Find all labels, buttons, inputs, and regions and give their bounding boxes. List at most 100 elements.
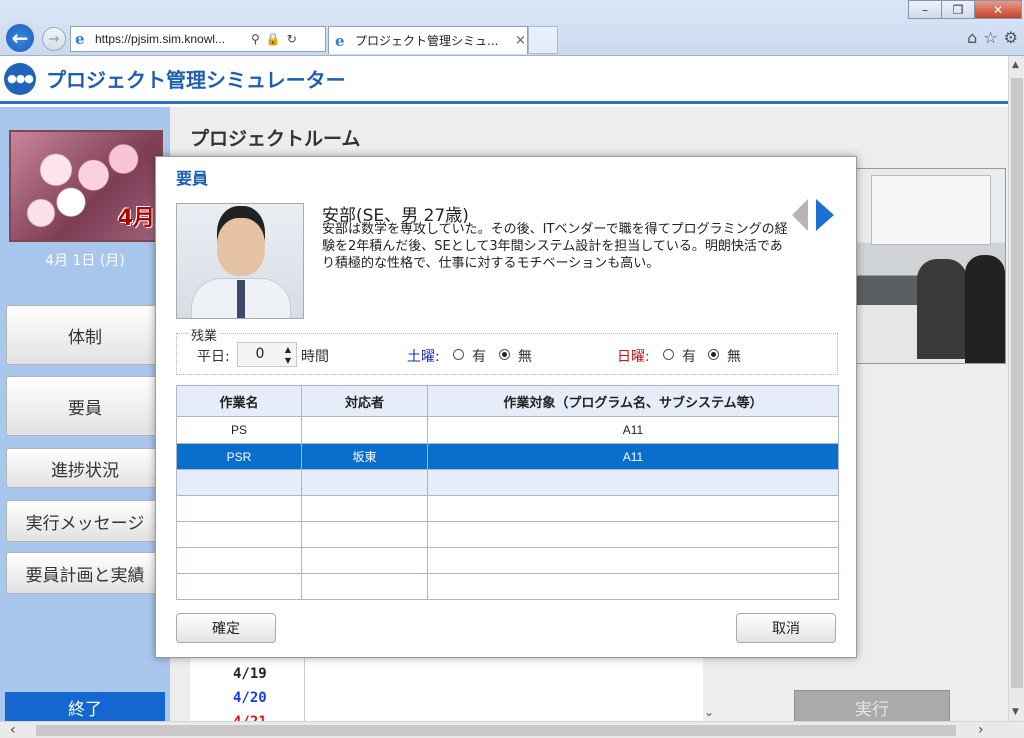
cell-assignee[interactable]: 坂東 [301,443,428,470]
sunday-yes-label[interactable]: 有 [682,346,696,366]
scroll-up-icon[interactable]: ▲ [1012,60,1019,70]
schedule-panel [305,658,703,721]
minimize-button[interactable]: – [908,0,942,19]
chevron-down-icon[interactable]: ⌄ [704,705,714,719]
saturday-yes-radio[interactable] [453,349,464,360]
search-icon[interactable]: ⚲ [251,32,260,46]
sidebar-item-exec-messages[interactable]: 実行メッセージ [6,500,164,542]
browser-tools: ⌂ ☆ ⚙ [967,28,1018,47]
weekday-overtime-stepper[interactable]: 0 ▲ ▼ [237,342,297,367]
sunday-no-label[interactable]: 無 [727,346,741,366]
refresh-icon[interactable]: ↻ [287,32,297,46]
horizontal-scrollbar[interactable]: ‹ › [0,721,1024,738]
sunday-no-radio[interactable] [708,349,719,360]
home-icon[interactable]: ⌂ [967,28,977,47]
cell-target[interactable] [427,573,839,600]
execute-button[interactable]: 実行 [794,690,950,724]
exit-button[interactable]: 終了 [5,692,165,722]
current-date: 4月 1日 (月) [45,253,125,269]
close-window-button[interactable]: ✕ [974,0,1022,19]
address-url: https://pjsim.sim.knowl... [95,32,226,46]
app-title: プロジェクト管理シミュレーター [46,68,346,92]
cell-assignee[interactable] [301,416,428,444]
cell-target[interactable] [427,547,839,574]
app-header: ●●● プロジェクト管理シミュレーター [0,56,1008,104]
cell-task[interactable] [176,573,302,600]
date-item[interactable]: 4/20 [233,690,267,706]
sidebar-item-organization[interactable]: 体制 [6,305,164,365]
cell-target[interactable]: A11 [427,443,839,470]
cell-task[interactable] [176,547,302,574]
column-header-assignee[interactable]: 対応者 [301,385,428,417]
page-title: プロジェクトルーム [190,128,361,150]
cell-target[interactable] [427,495,839,522]
cell-task[interactable] [176,495,302,522]
vertical-scrollbar[interactable]: ▲ ▼ [1008,56,1024,721]
scroll-right-icon[interactable]: › [978,722,984,738]
sidebar-item-member-plan[interactable]: 要員計画と実績 [6,552,164,594]
forward-button[interactable]: → [42,27,66,51]
sidebar-item-progress[interactable]: 進捗状況 [6,448,164,488]
sunday-yes-radio[interactable] [663,349,674,360]
stepper-down-icon[interactable]: ▼ [281,355,295,366]
table-row[interactable] [176,573,839,600]
scroll-thumb[interactable] [1011,78,1023,688]
lock-icon[interactable]: 🔒 [266,32,281,46]
favorites-star-icon[interactable]: ☆ [983,28,997,47]
ie-icon: e [335,31,345,50]
table-row[interactable] [176,521,839,548]
scroll-down-icon[interactable]: ▼ [1012,707,1019,717]
stepper-buttons: ▲ ▼ [281,344,295,366]
cell-assignee[interactable] [301,495,428,522]
confirm-button[interactable]: 確定 [176,613,276,643]
address-bar[interactable]: e https://pjsim.sim.knowl... ⚲ 🔒 ↻ [70,26,326,52]
browser-tab-active[interactable]: e プロジェクト管理シミュ... × [328,26,528,54]
restore-button[interactable]: ❐ [941,0,975,19]
cell-assignee[interactable] [301,573,428,600]
cell-target[interactable] [427,521,839,548]
saturday-no-radio[interactable] [499,349,510,360]
sidebar-item-members[interactable]: 要員 [6,376,164,436]
cell-task[interactable]: PS [176,416,302,444]
table-row[interactable] [176,495,839,522]
cell-target[interactable] [427,469,839,496]
tab-close-icon[interactable]: × [515,33,526,48]
cell-task[interactable] [176,521,302,548]
next-member-icon[interactable] [816,199,834,231]
weekday-overtime-value[interactable]: 0 [238,346,282,362]
date-item[interactable]: 4/19 [233,666,267,682]
month-label: 4月 [117,206,155,231]
saturday-yes-label[interactable]: 有 [472,346,486,366]
overtime-legend: 残業 [189,325,220,344]
table-row-selected[interactable]: PSR 坂東 A11 [176,443,839,470]
tab-title: プロジェクト管理シミュ... [355,34,499,48]
new-tab-button[interactable] [528,26,558,54]
scroll-left-icon[interactable]: ‹ [10,722,16,738]
member-description: 安部は数学を専攻していた。その後、ITベンダーで職を得てプログラミングの経験を2… [322,222,788,271]
cell-target[interactable]: A11 [427,416,839,444]
table-row[interactable] [176,547,839,574]
browser-chrome: – ❐ ✕ ← → e https://pjsim.sim.knowl... ⚲… [0,0,1024,56]
cancel-button[interactable]: 取消 [736,613,836,643]
cell-task[interactable] [176,469,302,496]
cell-assignee[interactable] [301,547,428,574]
app-logo-icon: ●●● [4,62,36,95]
column-header-task[interactable]: 作業名 [176,385,302,417]
stepper-up-icon[interactable]: ▲ [281,344,295,355]
member-photo [176,203,304,319]
column-header-target[interactable]: 作業対象（プログラム名、サブシステム等） [427,385,839,417]
saturday-no-label[interactable]: 無 [518,346,532,366]
window-controls: – ❐ ✕ [908,0,1022,19]
scroll-thumb[interactable] [36,725,956,736]
overtime-unit: 時間 [301,349,329,365]
prev-member-icon[interactable] [792,199,808,231]
cell-assignee[interactable] [301,469,428,496]
settings-gear-icon[interactable]: ⚙ [1004,28,1018,47]
table-row[interactable] [176,469,839,496]
back-button[interactable]: ← [4,22,36,54]
table-row[interactable]: PS A11 [176,416,839,444]
date-item[interactable]: 4/21 [233,714,267,721]
cell-assignee[interactable] [301,521,428,548]
photo-head-shape [217,218,265,276]
cell-task[interactable]: PSR [176,443,302,470]
